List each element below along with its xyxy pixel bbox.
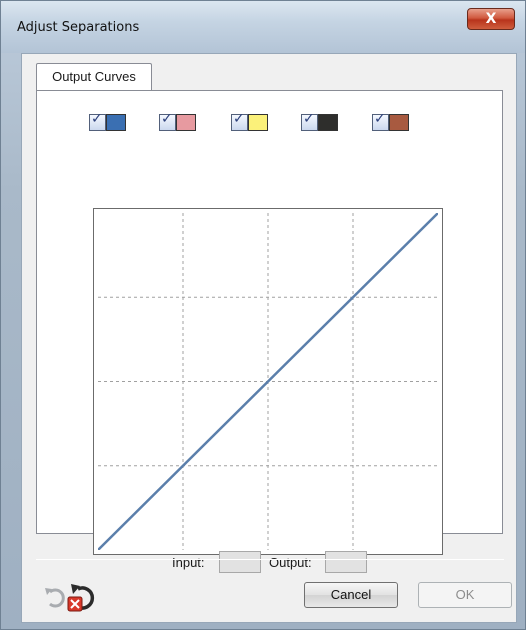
color-swatch-black	[318, 114, 338, 131]
checkmark-icon: ✓	[303, 111, 315, 127]
output-field[interactable]	[325, 551, 367, 573]
title-bar[interactable]: Adjust Separations X	[1, 1, 525, 53]
separation-toggle-yellow[interactable]: ✓	[231, 111, 269, 134]
color-swatch-cyan	[106, 114, 126, 131]
checkbox[interactable]: ✓	[301, 111, 318, 131]
cancel-button[interactable]: Cancel	[304, 582, 398, 608]
separation-toggles: ✓ ✓ ✓ ✓ ✓	[37, 111, 502, 134]
divider	[36, 559, 504, 560]
color-swatch-brown	[389, 114, 409, 131]
checkmark-icon: ✓	[374, 111, 386, 127]
curve-plot[interactable]	[98, 213, 438, 550]
checkbox[interactable]: ✓	[89, 111, 106, 131]
input-field[interactable]	[219, 551, 261, 573]
color-swatch-yellow	[248, 114, 268, 131]
separation-toggle-brown[interactable]: ✓	[372, 111, 410, 134]
reset-icon[interactable]	[66, 580, 100, 614]
input-output-row: Input: Output:	[37, 551, 502, 573]
separation-toggle-black[interactable]: ✓	[301, 111, 339, 134]
ok-button[interactable]: OK	[418, 582, 512, 608]
color-swatch-magenta	[176, 114, 196, 131]
input-label: Input:	[172, 555, 205, 570]
output-label: Output:	[269, 555, 312, 570]
checkmark-icon: ✓	[161, 111, 173, 127]
window-title: Adjust Separations	[17, 20, 140, 35]
close-button[interactable]: X	[467, 8, 515, 30]
checkbox[interactable]: ✓	[372, 111, 389, 131]
checkbox[interactable]: ✓	[231, 111, 248, 131]
dialog-client-area: Output Curves ✓ ✓ ✓ ✓ ✓ Input: Output: C…	[21, 53, 517, 623]
separation-toggle-cyan[interactable]: ✓	[89, 111, 127, 134]
adjust-separations-dialog: Adjust Separations X Output Curves ✓ ✓ ✓	[0, 0, 526, 630]
tab-output-curves[interactable]: Output Curves	[36, 63, 152, 90]
checkmark-icon: ✓	[233, 111, 245, 127]
output-curves-panel: ✓ ✓ ✓ ✓ ✓ Input: Output:	[36, 90, 503, 573]
undo-icon[interactable]	[42, 584, 68, 610]
checkbox[interactable]: ✓	[159, 111, 176, 131]
checkmark-icon: ✓	[91, 111, 103, 127]
separation-toggle-magenta[interactable]: ✓	[159, 111, 197, 134]
curve-graph[interactable]	[93, 208, 443, 555]
